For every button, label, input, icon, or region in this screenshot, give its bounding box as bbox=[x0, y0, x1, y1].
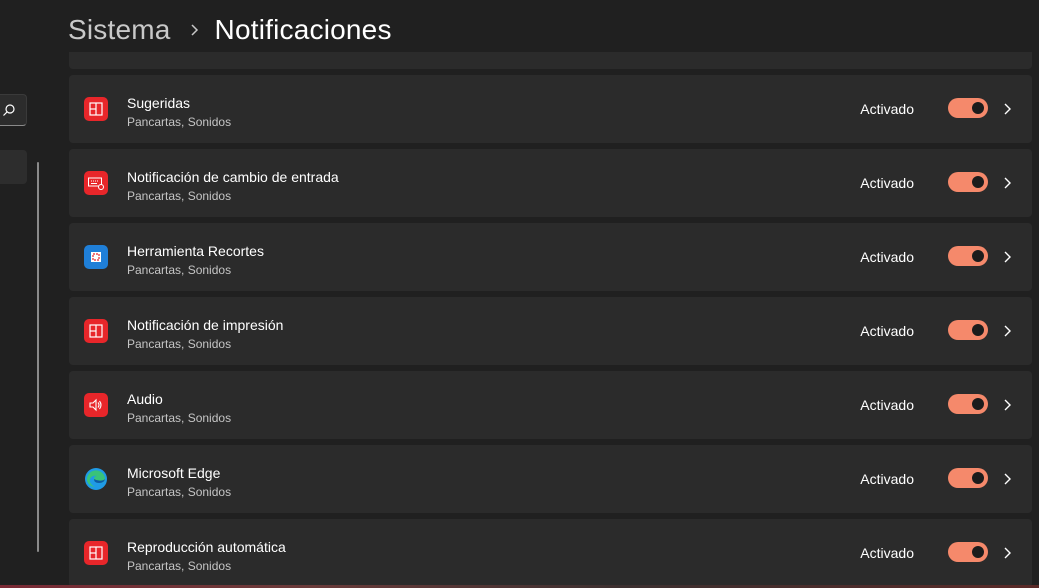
print-notification-icon bbox=[84, 319, 108, 343]
app-name: Herramienta Recortes bbox=[127, 243, 264, 259]
autoplay-icon bbox=[84, 541, 108, 565]
chevron-right-icon[interactable] bbox=[1001, 102, 1015, 116]
keyboard-settings-icon bbox=[84, 171, 108, 195]
search-input[interactable] bbox=[0, 94, 27, 126]
notification-toggle[interactable] bbox=[948, 98, 988, 118]
row-text: Notificación de cambio de entrada Pancar… bbox=[127, 169, 339, 204]
app-name: Microsoft Edge bbox=[127, 465, 221, 481]
row-text: Microsoft Edge Pancartas, Sonidos bbox=[127, 465, 231, 500]
toggle-knob bbox=[972, 176, 984, 188]
toggle-knob bbox=[972, 250, 984, 262]
notification-toggle[interactable] bbox=[948, 542, 988, 562]
app-detail: Pancartas, Sonidos bbox=[127, 485, 232, 499]
toggle-knob bbox=[972, 324, 984, 336]
chevron-right-icon[interactable] bbox=[1001, 398, 1015, 412]
row-text: Sugeridas Pancartas, Sonidos bbox=[127, 95, 231, 130]
row-text: Audio Pancartas, Sonidos bbox=[127, 391, 231, 426]
breadcrumb: Sistema Notificaciones bbox=[68, 10, 392, 50]
notification-app-row[interactable]: Herramienta Recortes Pancartas, Sonidos … bbox=[69, 223, 1032, 291]
app-name: Notificación de cambio de entrada bbox=[127, 169, 339, 185]
notification-app-row[interactable]: Notificación de cambio de entrada Pancar… bbox=[69, 149, 1032, 217]
app-detail: Pancartas, Sonidos bbox=[127, 115, 232, 129]
app-name: Audio bbox=[127, 391, 163, 407]
app-detail: Pancartas, Sonidos bbox=[127, 263, 232, 277]
page-title: Notificaciones bbox=[214, 14, 392, 45]
app-detail: Pancartas, Sonidos bbox=[127, 337, 232, 351]
suggested-icon bbox=[84, 97, 108, 121]
speaker-icon bbox=[84, 393, 108, 417]
app-detail: Pancartas, Sonidos bbox=[127, 411, 232, 425]
toggle-knob bbox=[972, 398, 984, 410]
list-item-partial bbox=[69, 52, 1032, 69]
notification-toggle[interactable] bbox=[948, 394, 988, 414]
chevron-right-icon[interactable] bbox=[1001, 250, 1015, 264]
toggle-knob bbox=[972, 472, 984, 484]
toggle-state-label: Activado bbox=[860, 249, 914, 265]
app-detail: Pancartas, Sonidos bbox=[127, 189, 232, 203]
toggle-knob bbox=[972, 102, 984, 114]
nav-scrollbar[interactable] bbox=[37, 162, 39, 552]
toggle-state-label: Activado bbox=[860, 323, 914, 339]
toggle-state-label: Activado bbox=[860, 175, 914, 191]
toggle-state-label: Activado bbox=[860, 471, 914, 487]
nav-item-selected[interactable] bbox=[0, 150, 27, 184]
notification-app-row[interactable]: Notificación de impresión Pancartas, Son… bbox=[69, 297, 1032, 365]
notification-toggle[interactable] bbox=[948, 172, 988, 192]
row-text: Herramienta Recortes Pancartas, Sonidos bbox=[127, 243, 264, 278]
chevron-right-icon[interactable] bbox=[1001, 176, 1015, 190]
app-name: Notificación de impresión bbox=[127, 317, 284, 333]
search-icon bbox=[3, 104, 15, 116]
chevron-right-icon[interactable] bbox=[1001, 324, 1015, 338]
notification-app-row[interactable]: Reproducción automática Pancartas, Sonid… bbox=[69, 519, 1032, 587]
notification-toggle[interactable] bbox=[948, 320, 988, 340]
toggle-state-label: Activado bbox=[860, 545, 914, 561]
breadcrumb-parent[interactable]: Sistema bbox=[68, 14, 171, 46]
row-text: Reproducción automática Pancartas, Sonid… bbox=[127, 539, 286, 574]
snipping-tool-icon bbox=[84, 245, 108, 269]
app-name: Sugeridas bbox=[127, 95, 191, 111]
notification-app-row[interactable]: Sugeridas Pancartas, Sonidos Activado bbox=[69, 75, 1032, 143]
toggle-state-label: Activado bbox=[860, 397, 914, 413]
chevron-right-icon bbox=[189, 23, 199, 37]
navigation-pane bbox=[0, 0, 44, 588]
notification-app-row[interactable]: Audio Pancartas, Sonidos Activado bbox=[69, 371, 1032, 439]
toggle-state-label: Activado bbox=[860, 101, 914, 117]
chevron-right-icon[interactable] bbox=[1001, 546, 1015, 560]
toggle-knob bbox=[972, 546, 984, 558]
chevron-right-icon[interactable] bbox=[1001, 472, 1015, 486]
edge-icon bbox=[84, 467, 108, 491]
app-name: Reproducción automática bbox=[127, 539, 286, 555]
app-detail: Pancartas, Sonidos bbox=[127, 559, 232, 573]
row-text: Notificación de impresión Pancartas, Son… bbox=[127, 317, 283, 352]
settings-window: Sistema Notificaciones Sugeridas Pancart… bbox=[0, 0, 1039, 588]
notification-toggle[interactable] bbox=[948, 468, 988, 488]
notification-app-row[interactable]: Microsoft Edge Pancartas, Sonidos Activa… bbox=[69, 445, 1032, 513]
notification-toggle[interactable] bbox=[948, 246, 988, 266]
